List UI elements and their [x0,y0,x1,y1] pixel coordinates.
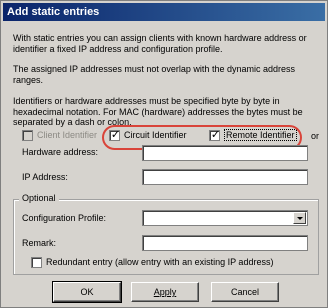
ip-address-input[interactable] [142,169,308,185]
dropdown-button[interactable] [293,212,306,224]
client-identifier-label: Client Identifier [37,130,98,140]
add-static-entries-dialog: Add static entries With static entries y… [0,0,328,308]
intro-paragraph-2: The assigned IP addresses must not overl… [13,64,295,85]
dialog-title: Add static entries [3,3,325,21]
configuration-profile-label: Configuration Profile: [22,213,107,223]
ok-button[interactable]: OK [52,281,122,303]
remark-input[interactable] [142,235,308,251]
apply-button-label: Apply [153,287,177,297]
remark-label: Remark: [22,238,57,248]
hardware-address-label: Hardware address: [22,147,99,157]
client-identifier-box [22,130,33,142]
cancel-button[interactable]: Cancel [211,282,279,302]
apply-button[interactable]: Apply [131,282,199,302]
intro-paragraph-3: Identifiers or hardware addresses must b… [13,96,303,127]
chevron-down-icon [297,217,303,220]
redundant-entry-label: Redundant entry (allow entry with an exi… [46,257,274,267]
ip-address-label: IP Address: [22,172,68,182]
redundant-entry-box [31,257,42,269]
client-identifier-checkbox[interactable]: Client Identifier [22,130,98,142]
or-label: or [311,131,320,141]
hardware-address-input[interactable] [142,145,308,161]
redundant-entry-checkbox[interactable]: Redundant entry (allow entry with an exi… [31,257,274,269]
optional-group-title: Optional [19,193,59,203]
configuration-profile-select[interactable] [142,210,308,226]
intro-paragraph-1: With static entries you can assign clien… [13,33,307,54]
